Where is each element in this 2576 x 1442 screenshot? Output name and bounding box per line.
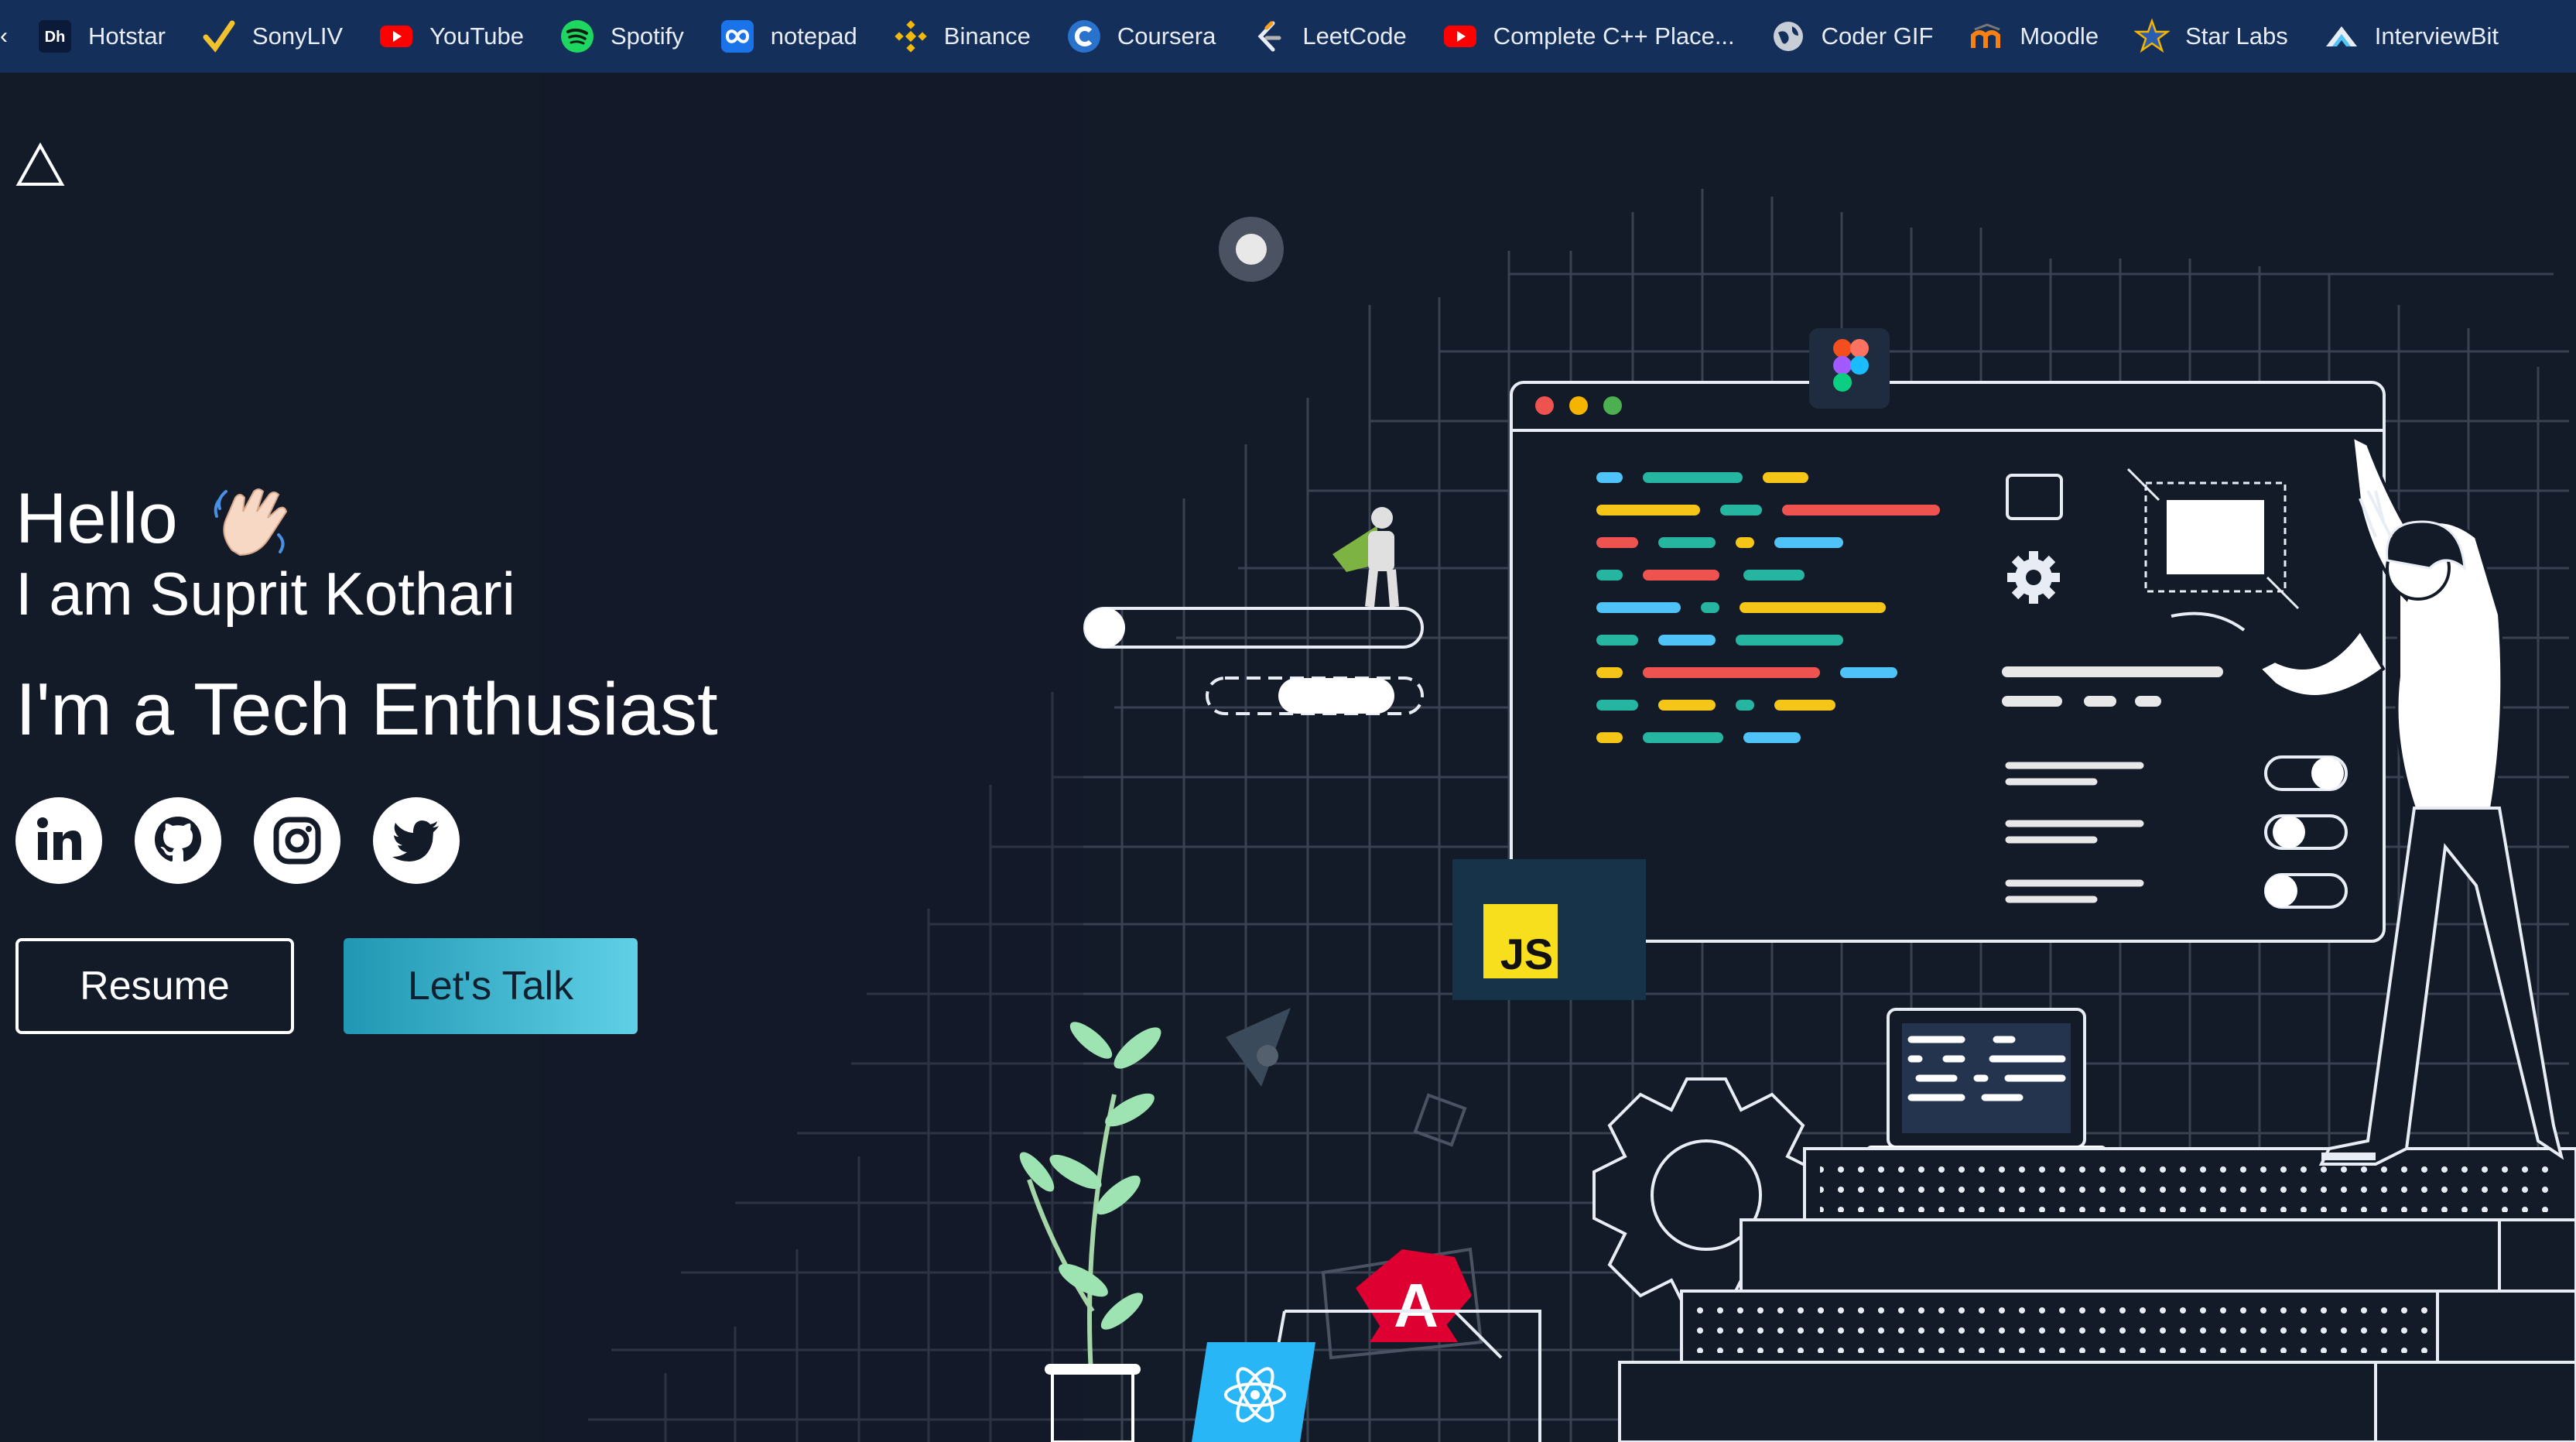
interviewbit-icon [2324,19,2359,54]
twitter-icon [392,820,439,861]
greeting-heading: Hello [15,478,292,560]
coursera-icon [1066,19,1102,54]
bookmark-label: SonyLIV [251,22,344,50]
bookmark-label: Binance [943,22,1031,50]
bookmark-label: Complete C++ Place... [1493,22,1735,50]
bookmark-label: Star Labs [2185,22,2288,50]
svg-text:A: A [1394,1271,1439,1340]
bookmarks-overflow-edge: ‹ [0,23,8,49]
spotify-icon [559,19,595,54]
superhero-figure [1332,507,1399,608]
instagram-link[interactable] [254,797,340,884]
bookmark-label: Coder GIF [1821,22,1934,50]
github-link[interactable] [135,797,221,884]
social-links [15,797,492,884]
notepad-icon [720,19,755,54]
js-badge-label: JS [1500,930,1554,978]
bookmark-youtube[interactable]: YouTube [378,19,524,54]
leetcode-icon [1251,19,1287,54]
instagram-icon [273,817,321,865]
bookmark-label: InterviewBit [2374,22,2499,50]
bookmark-star-labs[interactable]: Star Labs [2134,19,2288,54]
bookmark-complete-cpp[interactable]: Complete C++ Place... [1442,19,1735,54]
logo-triangle-icon[interactable] [15,142,65,187]
binance-icon [893,19,929,54]
resume-button[interactable]: Resume [15,938,294,1034]
moodle-icon [1969,19,2004,54]
bookmark-label: Coursera [1117,22,1216,50]
svg-text:Dh: Dh [45,29,66,46]
bookmark-sonyliv[interactable]: SonyLIV [201,19,343,54]
bookmark-label: YouTube [429,22,524,50]
bookmark-label: notepad [770,22,857,50]
twitter-link[interactable] [373,797,460,884]
name-heading: I am Suprit Kothari [15,560,515,628]
lets-talk-button[interactable]: Let's Talk [344,938,638,1034]
bookmark-binance[interactable]: Binance [893,19,1031,54]
bookmark-label: LeetCode [1302,22,1407,50]
youtube-icon [378,19,414,54]
bookmark-label: Moodle [2020,22,2099,50]
globe-icon [1770,19,1806,54]
role-heading: I'm a Tech Enthusiast [15,668,718,751]
greeting-text: Hello [15,479,178,558]
bookmark-label: Hotstar [88,22,166,50]
star-icon [2134,19,2171,54]
bookmark-label: Spotify [610,22,684,50]
bookmark-spotify[interactable]: Spotify [559,19,684,54]
bookmark-interviewbit[interactable]: InterviewBit [2324,19,2499,54]
bookmark-notepad[interactable]: notepad [720,19,857,54]
hero-illustration: JS A [542,73,2576,1442]
linkedin-link[interactable] [15,797,102,884]
bookmarks-bar: ‹ Dh Hotstar SonyLIV YouTube Spotify not… [0,0,2576,73]
github-icon [155,817,201,861]
bookmark-leetcode[interactable]: LeetCode [1251,19,1407,54]
waving-hand-icon [214,488,287,556]
bookmark-coder-gif[interactable]: Coder GIF [1770,19,1934,54]
youtube-icon [1442,19,1478,54]
bookmark-hotstar[interactable]: Dh Hotstar [37,19,166,54]
linkedin-icon [37,817,81,860]
hotstar-icon: Dh [37,19,73,54]
bookmark-moodle[interactable]: Moodle [1969,19,2099,54]
bookmark-coursera[interactable]: Coursera [1066,19,1216,54]
sonyliv-icon [201,19,237,54]
